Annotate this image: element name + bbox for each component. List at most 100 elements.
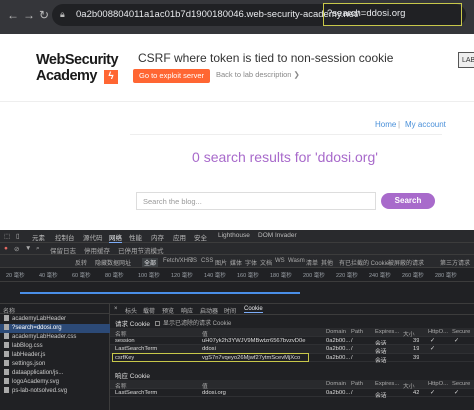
script-icon	[4, 351, 9, 358]
filter-icon[interactable]: ▼	[25, 245, 31, 252]
tab-security[interactable]: 安全	[194, 232, 207, 242]
search-results-heading: 0 search results for 'ddosi.org'	[192, 149, 378, 165]
timeline-tick: 40 毫秒	[39, 273, 58, 279]
filter-doc[interactable]: 文档	[260, 258, 272, 267]
tab-lighthouse[interactable]: Lighthouse	[218, 232, 250, 239]
filter-img[interactable]: 图片	[215, 258, 227, 267]
address-bar[interactable]: 🔒︎ 0a2b008804011a1ac01b7d1900180046.web-…	[52, 3, 466, 26]
tab-initiator[interactable]: 启动器	[200, 306, 218, 315]
record-icon[interactable]: ●	[4, 245, 8, 252]
request-detail-panel: × 标头 载荷 预览 响应 启动器 时间 Cookie 请求 Cookie 显示…	[110, 304, 474, 410]
filter-blocked-requests[interactable]: 被屏蔽的请求	[388, 258, 424, 267]
tab-cookies[interactable]: Cookie	[244, 306, 263, 313]
stylesheet-icon	[4, 342, 9, 349]
filter-other[interactable]: 其他	[321, 258, 333, 267]
devtools-panel: ⬚ ▯ 元素 控制台 源代码 网络 性能 内存 应用 安全 Lighthouse…	[0, 230, 474, 410]
timeline-tick: 280 毫秒	[435, 273, 457, 279]
filter-blocked-cookies[interactable]: 有已拦截的 Cookie	[339, 258, 389, 267]
cookie-row[interactable]: LastSearchTerm ddosi.org 0a2b00... / 会话 …	[110, 389, 474, 399]
request-item[interactable]: ps-lab-notsolved.svg	[0, 387, 110, 396]
request-list: 名称 academyLabHeader ?search=ddosi.org ac…	[0, 304, 110, 410]
tab-console[interactable]: 控制台	[55, 232, 75, 242]
forward-arrow-icon[interactable]: →	[22, 8, 36, 22]
checkbox-icon	[155, 320, 160, 326]
network-filter-bar: 反转 隐藏数据网址 全部 Fetch/XHR JS CSS 图片 媒体 字体 文…	[0, 255, 474, 268]
request-item[interactable]: dataapplication/js...	[0, 369, 110, 378]
filter-all[interactable]: 全部	[142, 258, 159, 267]
timeline-tick: 220 毫秒	[336, 273, 358, 279]
timeline-tick: 180 毫秒	[270, 273, 292, 279]
timeline-tick: 60 毫秒	[72, 273, 91, 279]
file-icon	[4, 360, 9, 367]
detail-tabs: × 标头 载荷 预览 响应 启动器 时间 Cookie	[110, 304, 474, 315]
filter-js[interactable]: JS	[190, 258, 197, 264]
timeline-tick: 80 毫秒	[105, 273, 124, 279]
reload-icon[interactable]: ↻	[37, 8, 51, 22]
request-item[interactable]: labBlog.css	[0, 342, 110, 351]
device-icon[interactable]: ▯	[16, 232, 20, 240]
filter-manifest[interactable]: 清单	[306, 258, 318, 267]
request-item[interactable]: logoAcademy.svg	[0, 378, 110, 387]
web-security-academy-logo[interactable]: WebSecurity Academy ϟ	[36, 52, 126, 90]
tab-headers[interactable]: 标头	[125, 306, 137, 315]
lightning-icon: ϟ	[104, 70, 118, 84]
network-overview	[0, 282, 474, 304]
tab-timing[interactable]: 时间	[224, 306, 236, 315]
cookie-table-header: 名称 值 Domain Path Expires... 大小 HttpO... …	[110, 380, 474, 390]
request-list-header: 名称	[0, 304, 110, 315]
filter-fetch-xhr[interactable]: Fetch/XHR	[163, 258, 192, 264]
timeline-tick: 20 毫秒	[6, 273, 25, 279]
tab-dom-invader[interactable]: DOM Invader	[258, 232, 297, 239]
tab-preview[interactable]: 预览	[162, 306, 174, 315]
lab-status-badge: LAB	[458, 52, 474, 68]
search-input[interactable]: Search the blog...	[136, 192, 376, 210]
cookie-row[interactable]: session uH07yk2h3YWJV9MBwtzr6567bvzvD0e …	[110, 337, 474, 347]
search-icon[interactable]: ⌕	[36, 245, 40, 253]
search-button[interactable]: Search	[381, 193, 435, 209]
request-item[interactable]: labHeader.js	[0, 351, 110, 360]
csrfkey-highlight	[112, 353, 309, 362]
throttling-select[interactable]: 已停用节流模式	[118, 245, 164, 255]
timeline-tick: 140 毫秒	[204, 273, 226, 279]
tab-payload[interactable]: 载荷	[143, 306, 155, 315]
clear-icon[interactable]: ⊘	[14, 245, 19, 253]
close-icon[interactable]: ×	[114, 306, 118, 312]
preserve-log-checkbox[interactable]: 保留日志	[50, 245, 76, 255]
tab-elements[interactable]: 元素	[32, 232, 45, 242]
back-to-lab-link[interactable]: Back to lab description ❯	[216, 70, 300, 79]
request-item-selected[interactable]: ?search=ddosi.org	[0, 324, 110, 333]
filter-font[interactable]: 字体	[245, 258, 257, 267]
disable-cache-checkbox[interactable]: 停用缓存	[84, 245, 110, 255]
filter-media[interactable]: 媒体	[230, 258, 242, 267]
browser-chrome: ← → ↻ 🔒︎ 0a2b008804011a1ac01b7d190018004…	[0, 0, 474, 34]
back-arrow-icon[interactable]: ←	[6, 8, 20, 22]
filter-hide-data-urls[interactable]: 隐藏数据网址	[95, 258, 131, 267]
inspect-icon[interactable]: ⬚	[4, 232, 10, 240]
timeline-tick: 120 毫秒	[171, 273, 193, 279]
filter-invert[interactable]: 反转	[75, 258, 87, 267]
filter-third-party[interactable]: 第三方请求	[440, 258, 470, 267]
tab-memory[interactable]: 内存	[151, 232, 164, 242]
filter-css[interactable]: CSS	[201, 258, 213, 264]
show-filtered-cookies-toggle[interactable]: 显示已滤除的请求 Cookie	[155, 318, 231, 327]
tab-sources[interactable]: 源代码	[83, 232, 103, 242]
tab-application[interactable]: 应用	[173, 232, 186, 242]
request-item[interactable]: academyLabHeader.css	[0, 333, 110, 342]
tab-performance[interactable]: 性能	[129, 232, 142, 242]
nav-home-link[interactable]: Home	[375, 120, 396, 129]
divider	[130, 134, 442, 135]
request-item[interactable]: academyLabHeader	[0, 315, 110, 324]
request-item[interactable]: settings.json	[0, 360, 110, 369]
search-placeholder: Search the blog...	[143, 197, 202, 206]
filter-ws[interactable]: WS	[275, 258, 285, 264]
nav-my-account-link[interactable]: My account	[405, 120, 446, 129]
nav-separator: |	[398, 120, 401, 129]
network-timeline-ruler: 20 毫秒 40 毫秒 60 毫秒 80 毫秒 100 毫秒 120 毫秒 14…	[0, 268, 474, 282]
filter-wasm[interactable]: Wasm	[288, 258, 305, 264]
tab-response[interactable]: 响应	[181, 306, 193, 315]
web-page: WebSecurity Academy ϟ CSRF where token i…	[0, 34, 474, 230]
exploit-server-button[interactable]: Go to exploit server	[133, 69, 210, 83]
timeline-tick: 240 毫秒	[369, 273, 391, 279]
timeline-tick: 160 毫秒	[237, 273, 259, 279]
lab-header: WebSecurity Academy ϟ CSRF where token i…	[0, 34, 474, 102]
